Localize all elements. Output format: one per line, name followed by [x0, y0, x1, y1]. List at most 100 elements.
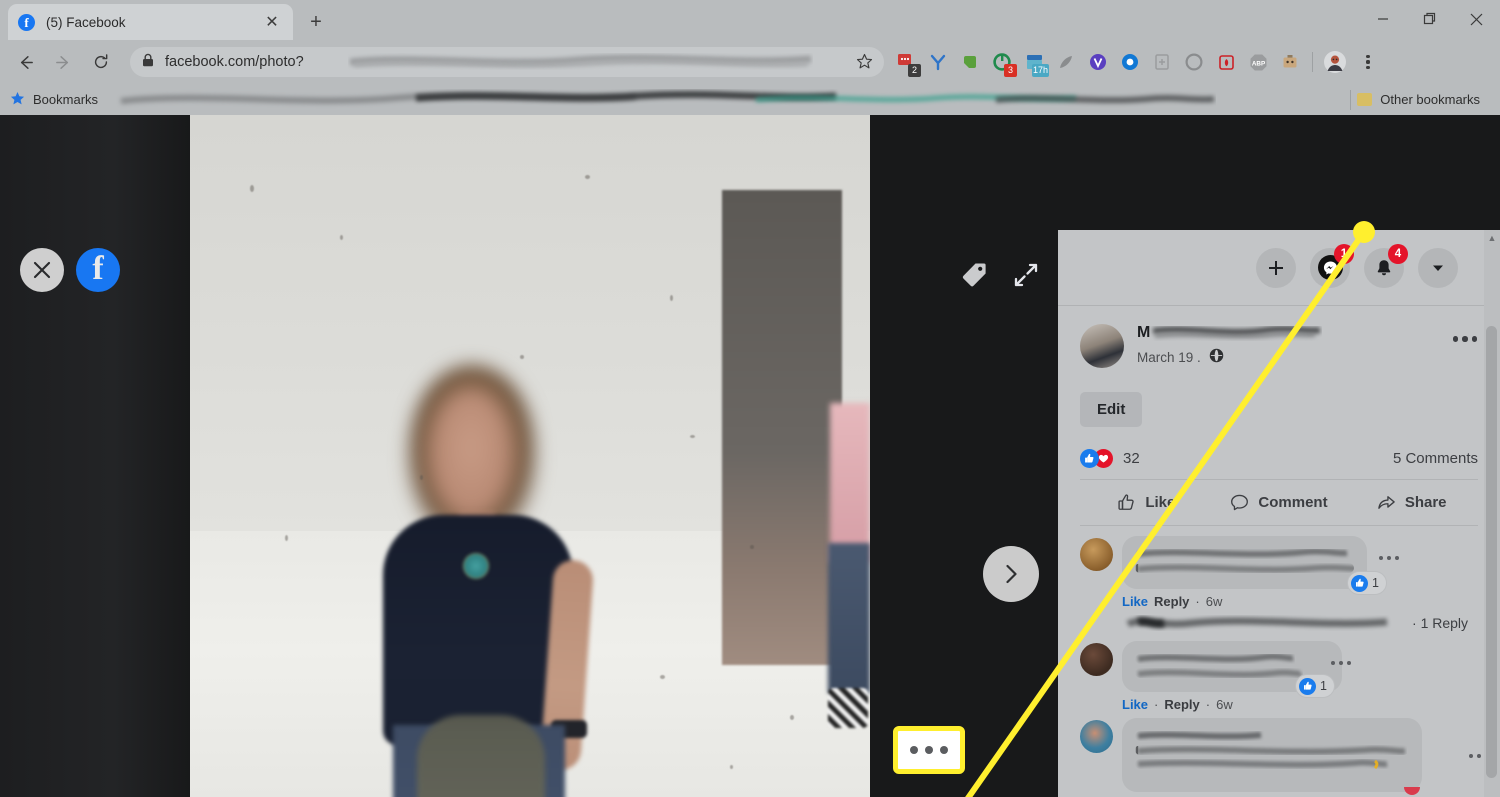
star-icon	[10, 91, 25, 109]
reaction-icons[interactable]: 32	[1080, 449, 1140, 468]
extension-gray-box-icon[interactable]	[1148, 48, 1176, 76]
post-content: M March 19 . Edit 32 5 Comments Like Com…	[1058, 306, 1500, 797]
extension-blue-ring-icon[interactable]	[1116, 48, 1144, 76]
close-window-icon[interactable]	[1453, 0, 1500, 38]
maximize-icon[interactable]	[1406, 0, 1453, 38]
post-author-name[interactable]: M	[1137, 326, 1322, 341]
address-bar[interactable]: facebook.com/photo?	[130, 47, 884, 77]
post-timestamp: March 19 .	[1137, 348, 1478, 366]
comment-meta-sep2: ·	[1205, 697, 1211, 712]
like-button[interactable]: Like	[1080, 487, 1213, 518]
svg-text:ABP: ABP	[1251, 60, 1264, 67]
sidebar-scrollbar[interactable]: ▲ ▼	[1484, 230, 1500, 797]
facebook-home-button[interactable]: f	[76, 248, 120, 292]
notifications-button[interactable]: 4	[1364, 243, 1408, 288]
comment-reply-link[interactable]: Reply	[1154, 594, 1189, 609]
bookmarks-redacted	[108, 89, 1344, 111]
avatar[interactable]	[1080, 720, 1113, 753]
tab-title: (5) Facebook	[46, 14, 126, 30]
extension-red-shield-icon[interactable]	[1212, 48, 1240, 76]
comment-meta-sep: ·	[1154, 697, 1159, 712]
extension-adblock-plus-icon[interactable]: ABP	[1244, 48, 1272, 76]
notifications-badge: 4	[1388, 243, 1408, 264]
new-tab-button[interactable]: +	[302, 8, 330, 36]
reload-icon[interactable]	[84, 45, 118, 79]
account-menu-button[interactable]	[1418, 247, 1458, 288]
comment-like-link[interactable]: Like	[1122, 697, 1148, 712]
scroll-up-arrow[interactable]: ▲	[1484, 230, 1500, 246]
comment-bubble	[1122, 718, 1422, 792]
extension-evernote-icon[interactable]	[956, 48, 984, 76]
navigation-bar: facebook.com/photo? 2 3 17h ABP	[0, 40, 1500, 84]
facebook-icon: f	[18, 13, 35, 31]
comment-like-link[interactable]: Like	[1122, 594, 1148, 609]
url-redacted	[348, 53, 813, 70]
comment-options-button[interactable]	[1376, 548, 1402, 568]
messenger-button[interactable]: 1	[1310, 243, 1354, 288]
scrollbar-thumb[interactable]	[1486, 326, 1497, 778]
tag-photo-button[interactable]	[952, 253, 996, 297]
browser-tab-facebook[interactable]: f (5) Facebook ✕	[8, 4, 293, 40]
photo-options-button[interactable]	[893, 726, 965, 774]
minimize-icon[interactable]	[1359, 0, 1406, 38]
extension-y-blue-icon[interactable]	[924, 48, 952, 76]
comment-meta: Like · Reply · 6w	[1122, 697, 1478, 712]
post-options-button[interactable]	[1448, 326, 1482, 352]
thumbs-up-outline-icon	[1118, 494, 1135, 510]
laugh-icon	[1404, 787, 1420, 795]
comment-text-redacted	[1135, 549, 1354, 559]
post-header: M March 19 .	[1080, 306, 1478, 368]
comments-list: 1 Like Reply · 6w · 1 Reply 1 Like · Rep…	[1080, 526, 1490, 795]
facebook-header: 1 4	[1058, 230, 1500, 306]
replies-link[interactable]: · 1 Reply	[1412, 615, 1468, 631]
bookmark-star-icon[interactable]	[856, 53, 874, 71]
close-viewer-button[interactable]	[20, 248, 64, 292]
bookmarks-divider	[1350, 89, 1352, 110]
avatar[interactable]	[1080, 538, 1113, 571]
comment-reply-link[interactable]: Reply	[1164, 697, 1199, 712]
extension-badge: 2	[908, 64, 921, 77]
globe-icon	[1209, 348, 1224, 366]
chrome-menu-icon[interactable]	[1355, 48, 1381, 76]
bookmark-label: Bookmarks	[33, 92, 99, 107]
comment-reaction-badge[interactable]	[1400, 780, 1428, 797]
extension-green-circle-icon[interactable]: 3	[988, 48, 1017, 77]
author-initial: M	[1137, 326, 1151, 341]
extension-badge: 17h	[1031, 64, 1049, 77]
share-button[interactable]: Share	[1345, 487, 1478, 518]
extension-tan-robot-icon[interactable]	[1276, 48, 1304, 76]
comment-text-redacted	[1135, 745, 1409, 755]
reactions-row: 32 5 Comments	[1080, 449, 1478, 480]
extension-gray-oval-icon[interactable]	[1180, 48, 1208, 76]
extension-red-notes-icon[interactable]: 2	[892, 48, 921, 77]
comment-bubble-icon	[1231, 494, 1249, 511]
forward-arrow-icon[interactable]	[46, 45, 80, 79]
extension-gray-feather-icon[interactable]	[1052, 48, 1080, 76]
extension-blue-calendar-icon[interactable]: 17h	[1020, 48, 1049, 77]
bookmark-item-other-bookmarks[interactable]: Other bookmarks	[1357, 92, 1480, 107]
bookmark-item-bookmarks[interactable]: Bookmarks	[10, 91, 98, 109]
comment-like-badge[interactable]: 1	[1296, 675, 1334, 697]
create-button[interactable]	[1256, 247, 1296, 288]
toolbar-divider	[1312, 52, 1313, 72]
like-label: Like	[1145, 494, 1176, 511]
comment-like-badge[interactable]: 1	[1348, 572, 1386, 594]
folder-icon	[1357, 93, 1373, 106]
bookmarks-bar: Bookmarks Other bookmarks	[0, 84, 1500, 115]
close-icon[interactable]: ✕	[261, 11, 283, 33]
expand-photo-button[interactable]	[1004, 253, 1048, 297]
comment-options-button[interactable]	[1328, 653, 1354, 673]
avatar[interactable]	[1080, 324, 1124, 368]
reply-author-redacted	[1122, 615, 1412, 631]
comments-count[interactable]: 5 Comments	[1393, 450, 1478, 467]
edit-button[interactable]: Edit	[1080, 392, 1143, 427]
profile-avatar-icon[interactable]	[1321, 48, 1349, 76]
comment-button[interactable]: Comment	[1213, 487, 1346, 518]
comment-like-count: 1	[1372, 576, 1379, 590]
thumbs-up-icon	[1351, 574, 1369, 592]
back-arrow-icon[interactable]	[8, 45, 42, 79]
facebook-photo-viewer: f 1 4 M March 19 . Edit 32 5 Comments Li…	[0, 115, 1500, 797]
extension-purple-v-icon[interactable]	[1084, 48, 1112, 76]
avatar[interactable]	[1080, 643, 1113, 676]
next-photo-button[interactable]	[983, 546, 1039, 602]
